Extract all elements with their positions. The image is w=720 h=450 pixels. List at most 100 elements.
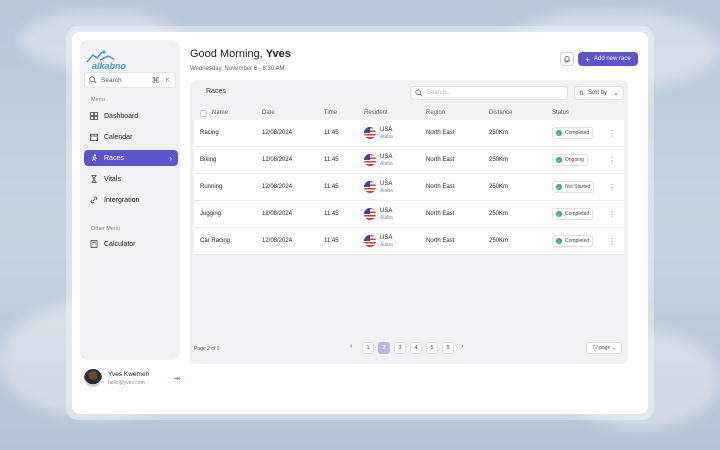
status-badge: ✓ Completed	[552, 235, 594, 247]
hourglass-icon	[91, 175, 97, 183]
resident-city: Alaba	[380, 241, 393, 248]
search-shortcut: K	[165, 76, 170, 84]
race-date: 12/08/2024	[262, 184, 293, 190]
grid-icon	[90, 112, 98, 120]
table-row[interactable]: Running 12/08/2024 11:45 USA Alaba North…	[194, 174, 624, 201]
us-flag-icon	[364, 127, 376, 139]
status-badge: ✓ Completed	[552, 127, 594, 139]
race-distance: 250Km	[489, 238, 509, 244]
command-icon: ⌘	[151, 75, 160, 85]
status-badge: ✓ Not Started	[552, 181, 595, 193]
bell-icon	[564, 56, 570, 63]
column-region[interactable]: Region	[426, 106, 445, 120]
sidebar-item-calculator[interactable]: Calculator	[84, 236, 178, 252]
race-name: Jugging	[200, 211, 222, 217]
race-region: North East	[426, 157, 455, 163]
column-time[interactable]: Time	[324, 106, 337, 120]
sidebar-search[interactable]: Search ⌘ K	[84, 72, 176, 88]
sidebar-item-races[interactable]: Races ›	[84, 150, 178, 166]
column-date[interactable]: Date	[262, 106, 275, 120]
check-icon: ✓	[556, 130, 562, 136]
race-region: North East	[426, 130, 455, 136]
sidebar-search-label: Search	[101, 76, 122, 84]
sidebar-item-calendar[interactable]: Calendar	[84, 129, 178, 145]
race-date: 12/08/2024	[262, 238, 293, 244]
per-page-select[interactable]: 7 / page ⌄	[586, 342, 622, 354]
chevron-down-icon: ⌄	[613, 90, 619, 97]
more-options-icon[interactable]: ⋮	[608, 210, 616, 219]
races-search-input[interactable]: Search...	[410, 86, 568, 100]
link-icon	[90, 196, 98, 204]
sidebar-item-dashboard[interactable]: Dashboard	[84, 108, 178, 124]
sidebar-item-label: Dashboard	[104, 112, 139, 120]
race-name: Racing	[200, 130, 219, 136]
page-button[interactable]: 1	[362, 342, 374, 354]
table-row[interactable]: Car Racing 12/08/2024 11:45 USA Alaba No…	[194, 228, 624, 255]
race-time: 11:45	[324, 238, 339, 244]
column-distance[interactable]: Distance	[489, 106, 512, 120]
next-page-icon[interactable]: ›	[461, 343, 463, 350]
chevron-right-icon: ›	[169, 153, 172, 163]
more-options-icon[interactable]: ⋮	[608, 156, 616, 165]
sort-dropdown[interactable]: ⇅ Sort by ⌄	[574, 86, 624, 100]
search-icon	[89, 76, 97, 84]
page-button[interactable]: 9	[442, 342, 454, 354]
logout-icon[interactable]: ⇥	[173, 374, 180, 383]
other-menu-label: Other Menu	[91, 226, 121, 232]
panel-title: Races	[206, 88, 226, 95]
user-profile[interactable]: Yves Kwemeh hello@yves.com ⇥	[80, 362, 180, 394]
more-options-icon[interactable]: ⋮	[608, 237, 616, 246]
column-name[interactable]: Name	[212, 106, 228, 120]
race-time: 11:45	[324, 157, 339, 163]
resident-city: Alaba	[380, 187, 393, 194]
race-date: 12/08/2024	[262, 211, 293, 217]
check-icon: ✓	[556, 238, 562, 244]
check-icon: ✓	[556, 211, 562, 217]
resident-city: Alaba	[380, 214, 393, 221]
race-distance: 250Km	[489, 211, 509, 217]
logo-text: alkabno	[92, 61, 127, 71]
sidebar-item-label: Vitals	[104, 175, 121, 183]
table-row[interactable]: Jugging 12/08/2024 11:45 USA Alaba North…	[194, 201, 624, 228]
table-row[interactable]: Biking 12/08/2024 11:45 USA Alaba North …	[194, 147, 624, 174]
sidebar-item-label: Intergration	[104, 196, 140, 204]
sidebar-item-label: Calendar	[104, 133, 133, 141]
sidebar-item-intergration[interactable]: Intergration	[84, 192, 178, 208]
column-resident[interactable]: Resident	[364, 106, 388, 120]
table-row[interactable]: Racing 12/08/2024 11:45 USA Alaba North …	[194, 120, 624, 147]
notification-button[interactable]	[560, 52, 574, 66]
status-label: Not Started	[565, 184, 591, 190]
check-icon: ✓	[556, 157, 562, 163]
more-options-icon[interactable]: ⋮	[608, 129, 616, 138]
sidebar-item-label: Calculator	[104, 240, 136, 248]
add-race-label: Add new race	[593, 56, 631, 62]
page-button[interactable]: 4	[410, 342, 422, 354]
menu-label: Menu	[91, 97, 105, 103]
add-race-button[interactable]: + Add new race	[578, 52, 638, 66]
user-name: Yves	[265, 48, 291, 60]
page-button[interactable]: 5	[426, 342, 438, 354]
race-distance: 250Km	[489, 184, 509, 190]
calculator-icon	[90, 240, 98, 248]
sort-label: Sort by	[588, 90, 608, 96]
select-all-checkbox[interactable]	[200, 109, 207, 117]
search-placeholder: Search...	[427, 90, 452, 96]
column-status[interactable]: Status	[552, 106, 569, 120]
sort-icon: ⇅	[579, 90, 585, 97]
race-name: Running	[200, 184, 223, 190]
more-options-icon[interactable]: ⋮	[608, 183, 616, 192]
page-label: Page 2 of 9	[194, 346, 220, 352]
race-date: 12/08/2024	[262, 157, 293, 163]
calendar-icon	[90, 133, 98, 141]
avatar	[84, 369, 102, 387]
check-icon: ✓	[556, 184, 562, 190]
profile-name: Yves Kwemeh	[108, 370, 150, 378]
sidebar: alkabno Search ⌘ K Menu Dashboard Calend…	[80, 40, 180, 360]
prev-page-icon[interactable]: ‹	[350, 343, 352, 350]
status-label: Completed	[565, 130, 590, 136]
sidebar-item-vitals[interactable]: Vitals	[84, 171, 178, 187]
page-button[interactable]: 2	[378, 342, 390, 354]
us-flag-icon	[364, 208, 376, 220]
page-button[interactable]: 3	[394, 342, 406, 354]
page-title: Good Morning, Yves	[190, 48, 291, 60]
